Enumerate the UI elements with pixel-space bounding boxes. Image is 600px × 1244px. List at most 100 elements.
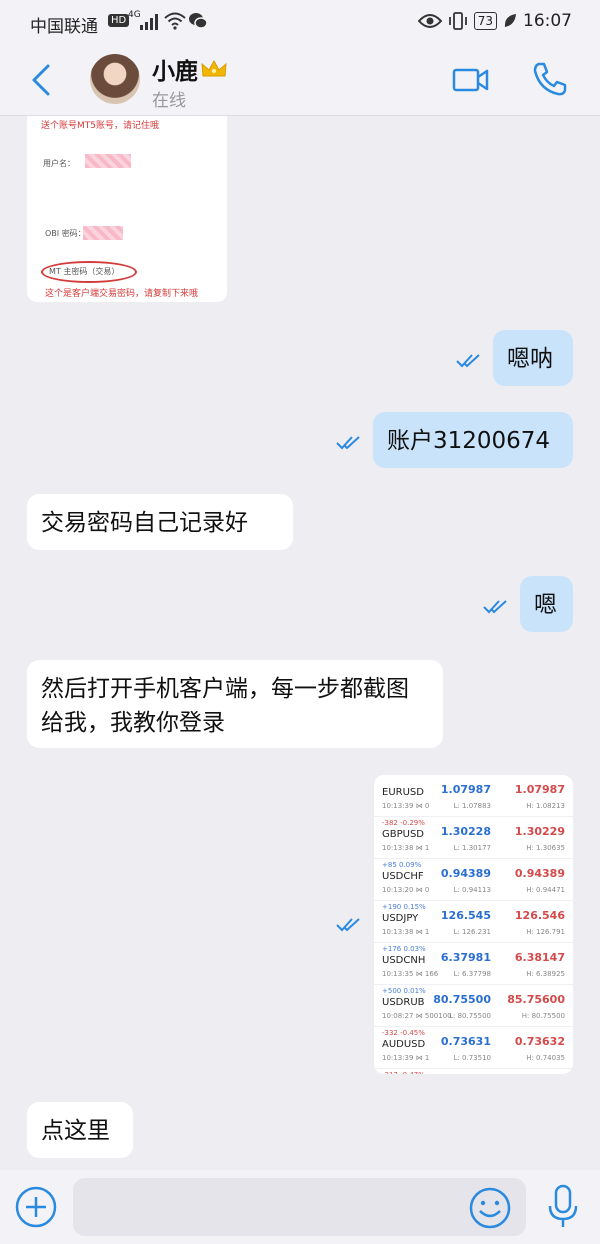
message-text: 然后打开手机客户端，每一步都截图给我，我教你登录 [41, 676, 409, 736]
quote-bid: 0.73631 [440, 1035, 491, 1048]
quote-low: L: 0.94113 [453, 886, 491, 894]
message-bubble-incoming[interactable]: 交易密码自己记录好 [27, 494, 293, 550]
chat-header: 小鹿 在线 [0, 46, 600, 116]
read-receipt-icon [483, 600, 507, 614]
doc-line: OBI 密码： [45, 229, 86, 238]
wechat-icon [189, 13, 208, 29]
emoji-icon[interactable] [468, 1186, 512, 1230]
plus-icon[interactable] [15, 1186, 57, 1228]
quote-bid: 80.75500 [433, 993, 491, 1006]
carrier-label: 中国联通 [30, 17, 98, 37]
quote-time: 10:13:39 ⋈ 0 [382, 802, 430, 810]
message-bubble-outgoing[interactable]: 嗯呐 [493, 330, 573, 386]
message-bubble-outgoing[interactable]: 账户31200674 [373, 412, 573, 468]
quote-row: -317 -0.47% [374, 1069, 573, 1074]
quote-high: H: 1.30635 [526, 844, 565, 852]
quote-change: -317 -0.47% [382, 1071, 425, 1074]
quote-low: L: 1.07883 [453, 802, 491, 810]
quote-time: 10:13:38 ⋈ 1 [382, 844, 430, 852]
redaction-block [83, 226, 123, 240]
message-bubble-outgoing[interactable]: 嗯 [520, 576, 573, 632]
contact-name[interactable]: 小鹿 [152, 52, 228, 86]
clock: 16:07 [523, 11, 572, 31]
message-bubble-incoming[interactable]: 点这里 [27, 1102, 133, 1158]
quote-change: +176 0.03% [382, 945, 426, 953]
redaction-block [85, 154, 131, 168]
quote-symbol: GBPUSD [382, 829, 425, 840]
video-call-icon[interactable] [452, 64, 490, 96]
quote-time: 10:13:39 ⋈ 1 [382, 1054, 430, 1062]
quote-change: +85 0.09% [382, 861, 422, 869]
back-icon[interactable] [26, 62, 58, 98]
read-receipt-icon [456, 354, 480, 368]
quote-row: -332 -0.45% AUDUSD 10:13:39 ⋈ 1 0.73631 0.73… [374, 1027, 573, 1069]
quote-row: -382 -0.29% GBPUSD 10:13:38 ⋈ 1 1.30228 1.30… [374, 817, 573, 859]
quote-symbol: USDCHF [382, 871, 424, 882]
message-text: 交易密码自己记录好 [41, 510, 248, 536]
quote-ask: 126.546 [514, 909, 565, 922]
quote-row: +190 0.15% USDJPY 10:13:38 ⋈ 1 126.545 126.5… [374, 901, 573, 943]
message-image-incoming[interactable]: 送个账号MT5账号，请记住哦 用户名： OBI 密码： MT 主密码（交易） 这… [27, 116, 227, 302]
input-bar [0, 1170, 600, 1244]
quote-time: 10:13:38 ⋈ 1 [382, 928, 430, 936]
doc-line: 送个账号MT5账号，请记住哦 [41, 121, 159, 131]
quote-high: H: 126.791 [526, 928, 565, 936]
eye-icon [417, 14, 442, 28]
message-text: 账户31200674 [387, 428, 551, 454]
quote-bid: 126.545 [440, 909, 491, 922]
hd-badge: HD [108, 14, 130, 27]
quote-row: EURUSD 10:13:39 ⋈ 0 1.07987 1.07987 L: 1.078… [374, 775, 573, 817]
message-input[interactable] [73, 1178, 526, 1236]
quote-ask: 1.30229 [514, 825, 565, 838]
crown-icon [201, 59, 227, 77]
quote-time: 10:13:20 ⋈ 0 [382, 886, 430, 894]
message-text: 嗯 [534, 592, 557, 618]
quote-time: 10:13:35 ⋈ 166 [382, 970, 439, 978]
quote-ask: 6.38147 [514, 951, 565, 964]
quote-high: H: 0.94471 [526, 886, 565, 894]
quote-ask: 0.94389 [514, 867, 565, 880]
network-type: 4G [128, 10, 141, 20]
message-bubble-incoming[interactable]: 然后打开手机客户端，每一步都截图给我，我教你登录 [27, 660, 443, 748]
quote-change: +500 0.01% [382, 987, 426, 995]
quote-ask: 0.73632 [514, 1035, 565, 1048]
quote-high: H: 1.08213 [526, 802, 565, 810]
quote-high: H: 6.38925 [526, 970, 565, 978]
quote-low: L: 1.30177 [453, 844, 491, 852]
quote-low: L: 126.231 [453, 928, 491, 936]
message-image-outgoing[interactable]: EURUSD 10:13:39 ⋈ 0 1.07987 1.07987 L: 1.078… [374, 775, 573, 1074]
vibrate-icon [448, 12, 467, 30]
microphone-icon[interactable] [546, 1184, 580, 1230]
quote-time: 10:08:27 ⋈ 500100 [382, 1012, 452, 1020]
quote-symbol: USDCNH [382, 955, 426, 966]
message-list[interactable]: 送个账号MT5账号，请记住哦 用户名： OBI 密码： MT 主密码（交易） 这… [0, 116, 600, 1170]
quote-symbol: EURUSD [382, 787, 424, 798]
phone-icon[interactable] [530, 60, 568, 98]
quote-low: L: 0.73510 [453, 1054, 491, 1062]
wifi-icon [164, 12, 186, 30]
quote-low: L: 80.75500 [449, 1012, 491, 1020]
presence-status: 在线 [152, 91, 186, 111]
quote-row: +85 0.09% USDCHF 10:13:20 ⋈ 0 0.94389 0.9438… [374, 859, 573, 901]
quote-low: L: 6.37798 [453, 970, 491, 978]
signal-icon [140, 14, 158, 30]
doc-line: 用户名： [43, 159, 75, 168]
status-right: 73 16:07 [417, 11, 572, 31]
message-text: 点这里 [41, 1118, 110, 1144]
avatar[interactable] [90, 54, 140, 104]
quote-bid: 0.94389 [440, 867, 491, 880]
quote-symbol: AUDUSD [382, 1039, 426, 1050]
read-receipt-icon [336, 918, 360, 932]
quote-symbol: USDRUB [382, 997, 425, 1008]
quote-change: +190 0.15% [382, 903, 426, 911]
contact-name-label: 小鹿 [152, 59, 198, 85]
quote-high: H: 0.74035 [526, 1054, 565, 1062]
quote-row: +176 0.03% USDCNH 10:13:35 ⋈ 166 6.37981 6.3… [374, 943, 573, 985]
status-bar: 中国联通 HD 4G 73 16:07 [0, 0, 600, 46]
battery-indicator: 73 [473, 12, 497, 30]
quote-high: H: 80.75500 [521, 1012, 565, 1020]
message-text: 嗯呐 [507, 346, 553, 372]
doc-line: 这个是客户端交易密码，请复制下来哦 [45, 289, 199, 299]
doc-line: MT 主密码（交易） [49, 267, 120, 276]
quote-bid: 6.37981 [440, 951, 491, 964]
